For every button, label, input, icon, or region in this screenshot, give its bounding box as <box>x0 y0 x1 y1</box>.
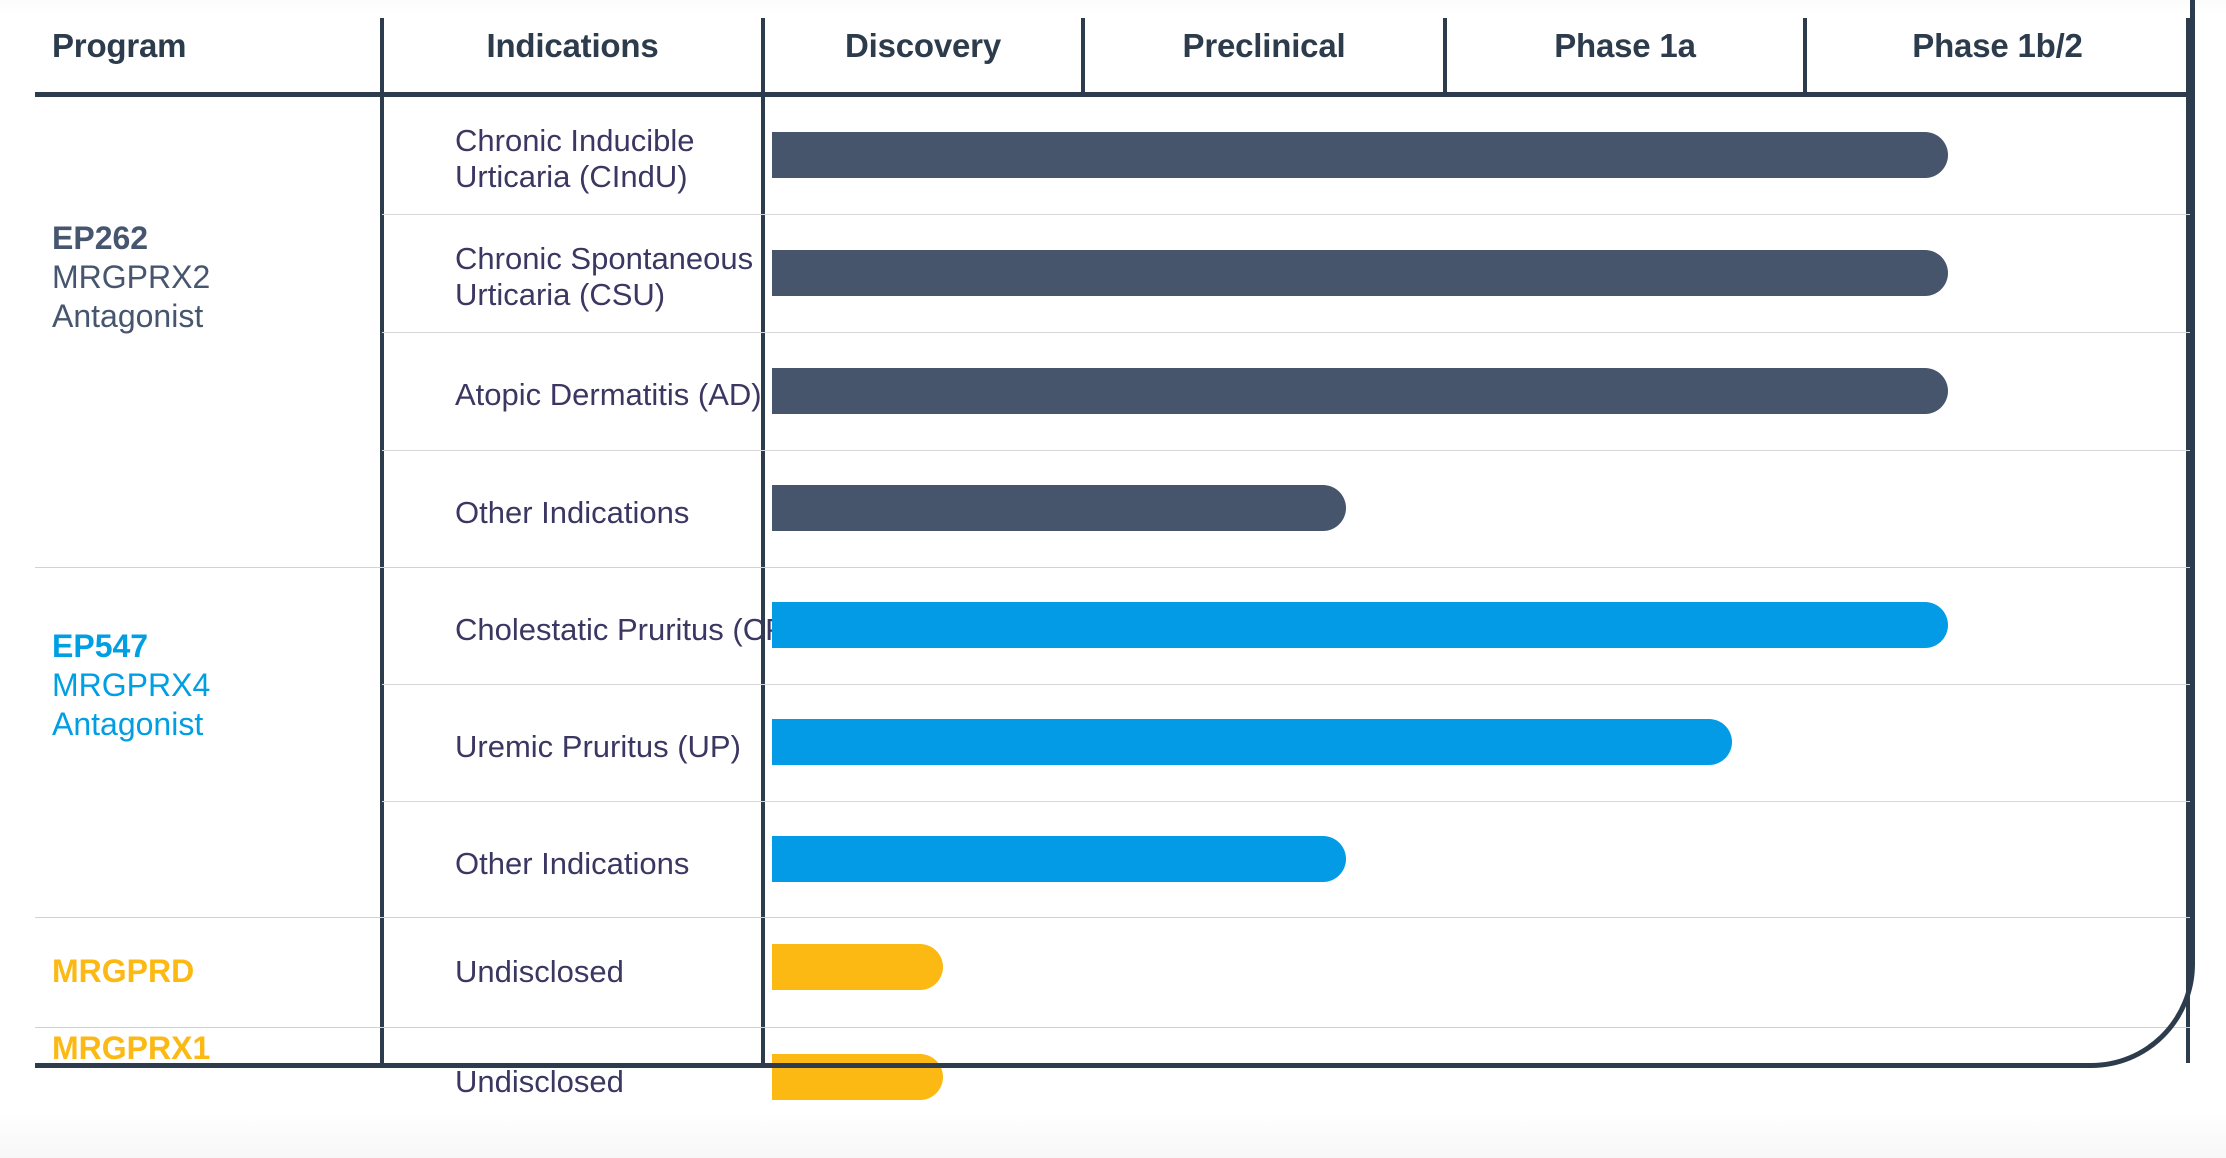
column-divider-phase-1a <box>1803 18 1807 92</box>
column-header-phase-1a: Phase 1a <box>1554 27 1696 64</box>
table-body: EP262 MRGPRX2 Antagonist Chronic Inducib… <box>35 97 2190 1100</box>
table-header-row: Program Indications Discovery Preclinica… <box>35 0 2190 97</box>
indication-label: Chronic Spontaneous Urticaria (CSU) <box>455 241 754 312</box>
table-row: Chronic Spontaneous Urticaria (CSU) <box>35 215 2190 332</box>
progress-bar-up <box>772 719 1732 765</box>
pipeline-card: Program Indications Discovery Preclinica… <box>0 0 2226 1158</box>
progress-bar-other-ep262 <box>772 485 1346 531</box>
table-row: Other Indications <box>35 802 2190 917</box>
progress-bar-csu <box>772 250 1948 296</box>
column-divider-discovery <box>1081 18 1085 92</box>
table-row: Uremic Pruritus (UP) <box>35 685 2190 801</box>
progress-bar-other-ep547 <box>772 836 1346 882</box>
column-header-phase-1b-2: Phase 1b/2 <box>1912 27 2083 64</box>
column-header-program: Program <box>52 27 187 64</box>
column-header-discovery: Discovery <box>845 27 1001 64</box>
table-row: Undisclosed <box>35 1028 2190 1136</box>
table-row: Undisclosed <box>35 918 2190 1027</box>
progress-bar-cindu <box>772 132 1948 178</box>
table-row: Cholestatic Pruritus (CP) <box>35 568 2190 684</box>
progress-bar-mrgprd <box>772 944 943 990</box>
column-header-preclinical: Preclinical <box>1182 27 1346 64</box>
indication-label: Other Indications <box>455 846 690 881</box>
indication-label: Undisclosed <box>455 1064 624 1099</box>
column-header-indications: Indications <box>486 27 659 64</box>
indication-label: Atopic Dermatitis (AD) <box>455 377 762 412</box>
progress-bar-ad <box>772 368 1948 414</box>
column-divider-preclinical <box>1443 18 1447 92</box>
indication-label: Other Indications <box>455 495 690 530</box>
indication-label: Chronic Inducible Urticaria (CIndU) <box>455 123 695 194</box>
table-row: Other Indications <box>35 451 2190 567</box>
table-row: Chronic Inducible Urticaria (CIndU) <box>35 97 2190 214</box>
progress-bar-mrgprx1 <box>772 1054 943 1100</box>
table-row: Atopic Dermatitis (AD) <box>35 333 2190 450</box>
progress-bar-cp <box>772 602 1948 648</box>
indication-label: Undisclosed <box>455 954 624 989</box>
pipeline-table: Program Indications Discovery Preclinica… <box>35 0 2190 1100</box>
